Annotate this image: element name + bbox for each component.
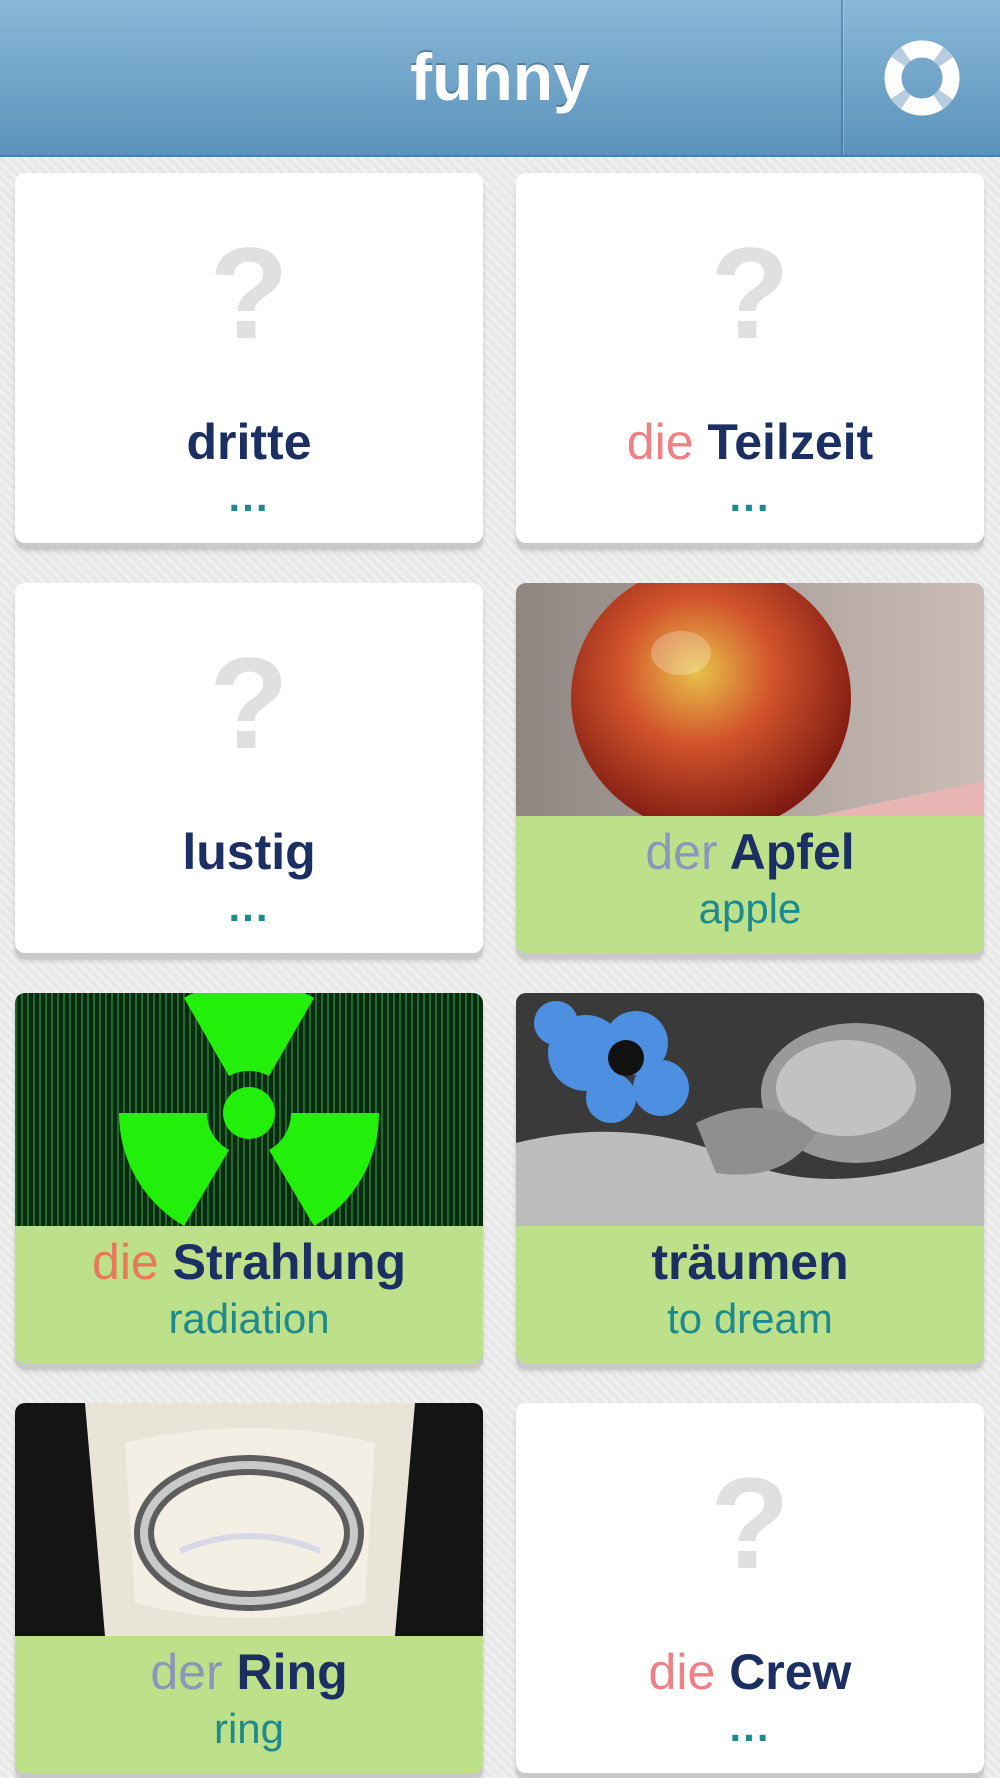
card-translation: ... xyxy=(729,1703,771,1750)
question-mark-icon: ? xyxy=(209,220,289,366)
card-article: der xyxy=(645,824,718,880)
card-translation: ... xyxy=(228,473,270,520)
card-word: dritte xyxy=(186,414,312,470)
card-article: die xyxy=(626,414,694,470)
card-word: der Ring xyxy=(150,1644,348,1700)
word-card-strahlung[interactable]: die Strahlung radiation xyxy=(15,993,483,1363)
card-word: die Crew xyxy=(648,1644,852,1700)
word-card-teilzeit[interactable]: ? die Teilzeit ... xyxy=(516,173,984,543)
question-mark-icon: ? xyxy=(710,220,790,366)
card-translation: ring xyxy=(213,1705,285,1752)
card-translation: ... xyxy=(228,883,270,930)
word-card-crew[interactable]: ? die Crew ... xyxy=(516,1403,984,1773)
question-mark-icon: ? xyxy=(710,1450,790,1596)
card-translation: to dream xyxy=(667,1295,833,1342)
card-translation: radiation xyxy=(168,1295,330,1342)
card-article: die xyxy=(92,1234,159,1290)
word-card-traeumen[interactable]: träumen to dream xyxy=(516,993,984,1363)
app-header: funny xyxy=(0,0,1000,157)
word-card-lustig[interactable]: ? lustig ... xyxy=(15,583,483,953)
word-card-ring[interactable]: der Ring ring xyxy=(15,1403,483,1773)
apple-image xyxy=(516,583,984,816)
question-mark-icon: ? xyxy=(209,630,289,776)
radiation-image xyxy=(15,993,483,1226)
card-word: der Apfel xyxy=(645,824,855,880)
sleeping-man-image xyxy=(516,993,984,1226)
card-article: die xyxy=(648,1644,716,1700)
word-card-apfel[interactable]: der Apfel apple xyxy=(516,583,984,953)
card-word: die Teilzeit xyxy=(626,414,874,470)
ring-image xyxy=(15,1403,483,1636)
word-card-dritte[interactable]: ? dritte ... xyxy=(15,173,483,543)
card-word: die Strahlung xyxy=(92,1234,406,1290)
card-article: der xyxy=(150,1644,223,1700)
card-translation: apple xyxy=(698,885,802,932)
lifebuoy-icon xyxy=(884,39,959,115)
card-word: lustig xyxy=(182,824,316,880)
help-button[interactable] xyxy=(843,0,1000,155)
card-word: träumen xyxy=(651,1234,849,1290)
card-translation: ... xyxy=(729,473,771,520)
